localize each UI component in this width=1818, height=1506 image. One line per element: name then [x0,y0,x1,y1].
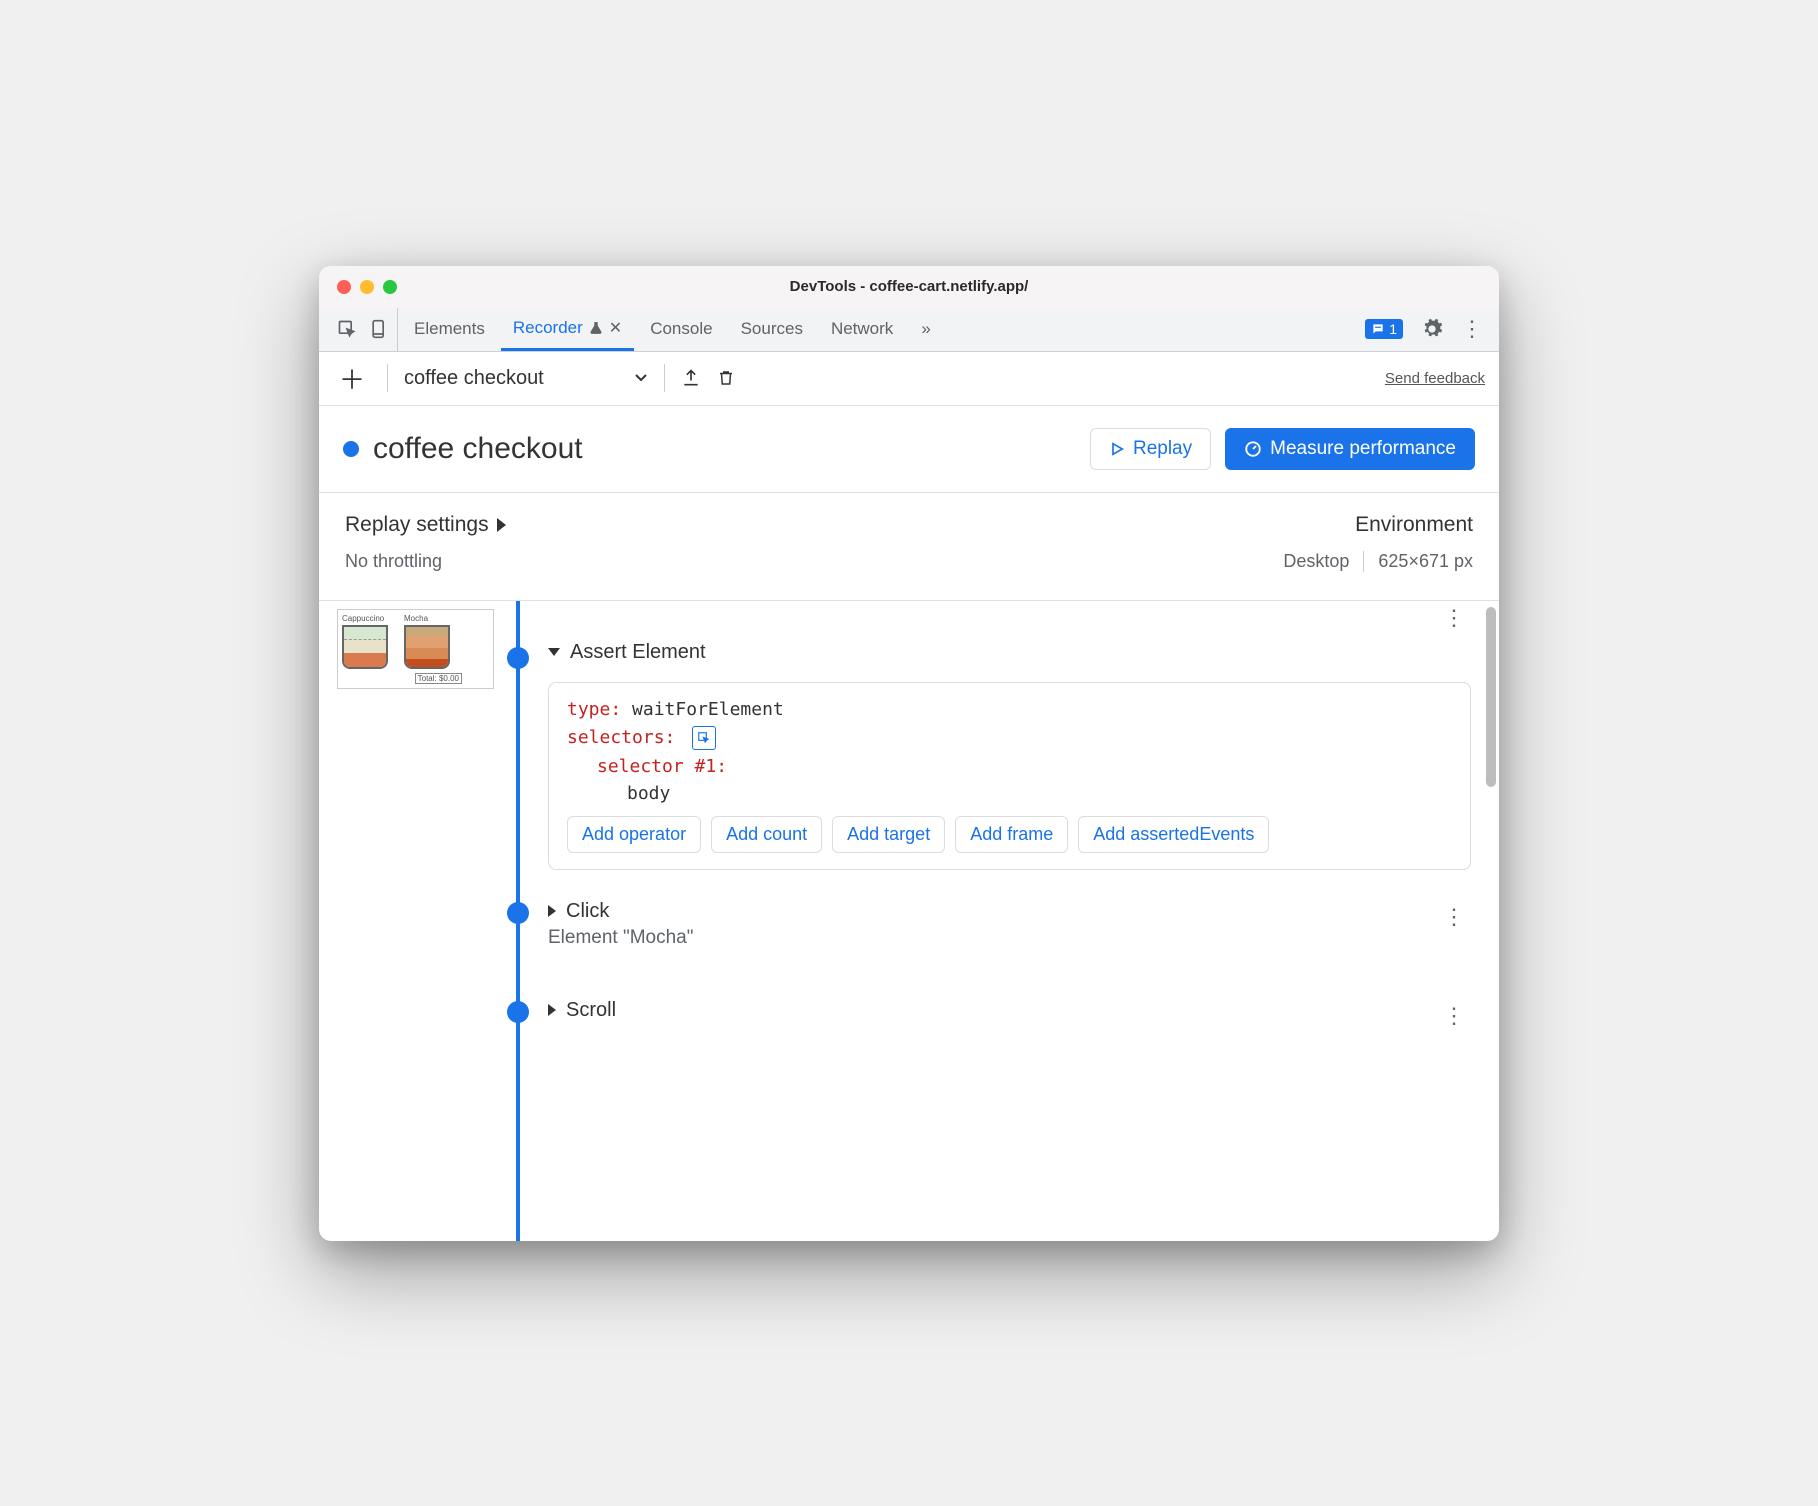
steps-timeline: Assert Element type: waitForElement sele… [504,601,1499,1241]
mug-icon [342,625,388,669]
step-title: Click [566,900,609,923]
step-dot-icon [507,647,529,669]
close-tab-icon[interactable]: ✕ [609,318,622,338]
timeline-main: Cappuccino Mocha Total: $0.00 Assert Ele… [319,601,1499,1241]
device-toggle-icon[interactable] [369,318,389,340]
step-header[interactable]: Assert Element [548,641,1471,664]
measure-performance-button[interactable]: Measure performance [1225,428,1475,470]
step-header[interactable]: Scroll [548,999,1471,1022]
prop-key: type [567,699,610,720]
devtools-window: DevTools - coffee-cart.netlify.app/ Elem… [319,266,1499,1241]
window-title: DevTools - coffee-cart.netlify.app/ [319,278,1499,295]
send-feedback-link[interactable]: Send feedback [1385,370,1485,387]
inspect-icon[interactable] [337,319,357,339]
add-operator-button[interactable]: Add operator [567,816,701,853]
settings-gear-icon[interactable] [1421,318,1443,340]
recording-name: coffee checkout [404,367,544,390]
settings-row: Replay settings No throttling Environmen… [319,493,1499,601]
flask-icon [589,320,603,336]
add-count-button[interactable]: Add count [711,816,822,853]
caret-right-icon [548,905,556,917]
status-dot-icon [343,441,359,457]
export-icon[interactable] [681,367,701,389]
tab-network-label: Network [831,319,893,339]
close-window-icon[interactable] [337,280,351,294]
step-dot-icon [507,1001,529,1023]
mug-label: Mocha [404,614,462,623]
more-tabs[interactable]: » [909,308,942,351]
caret-right-icon [497,518,506,532]
tab-console-label: Console [650,319,712,339]
step-menu-icon[interactable] [1443,1003,1463,1029]
total-badge: Total: $0.00 [415,673,462,684]
screenshot-thumbnail-column: Cappuccino Mocha Total: $0.00 [319,601,504,1241]
step-menu-icon[interactable] [1443,904,1463,930]
recording-header: coffee checkout Replay Measure performan… [319,406,1499,493]
step-title: Scroll [566,999,616,1022]
play-icon [1109,441,1125,457]
chevrons-icon: » [921,319,930,339]
step-click: Click Element "Mocha" [504,900,1471,949]
environment-label: Environment [1283,513,1473,537]
tab-recorder[interactable]: Recorder ✕ [501,308,634,351]
prop-value: body [627,783,670,804]
prop-key: selectors [567,727,665,748]
replay-settings-toggle[interactable]: Replay settings [345,513,506,537]
kebab-menu-icon[interactable]: ⋮ [1461,316,1483,342]
select-element-icon[interactable] [692,726,716,750]
traffic-lights [319,280,397,294]
caret-right-icon [548,1004,556,1016]
gauge-icon [1244,440,1262,458]
divider [387,364,388,392]
step-title: Assert Element [570,641,706,664]
recorder-toolbar: ＋ coffee checkout Send feedback [319,352,1499,406]
titlebar: DevTools - coffee-cart.netlify.app/ [319,266,1499,308]
tab-sources-label: Sources [741,319,803,339]
step-menu-icon[interactable] [1443,605,1463,631]
recording-selector[interactable]: coffee checkout [404,367,648,390]
chevron-down-icon [634,373,648,383]
step-scroll: Scroll [504,999,1471,1022]
replay-settings-label: Replay settings [345,513,489,537]
recording-title: coffee checkout [373,432,583,466]
maximize-window-icon[interactable] [383,280,397,294]
minimize-window-icon[interactable] [360,280,374,294]
add-target-button[interactable]: Add target [832,816,945,853]
chat-icon [1371,322,1385,336]
step-assert-element: Assert Element type: waitForElement sele… [504,601,1471,870]
add-frame-button[interactable]: Add frame [955,816,1068,853]
tab-recorder-label: Recorder [513,318,583,338]
screenshot-thumbnail[interactable]: Cappuccino Mocha Total: $0.00 [337,609,494,689]
delete-icon[interactable] [717,367,735,389]
viewport-value: 625×671 px [1378,551,1473,572]
issues-badge[interactable]: 1 [1365,319,1403,339]
tab-elements-label: Elements [414,319,485,339]
caret-down-icon [548,648,560,656]
add-asserted-events-button[interactable]: Add assertedEvents [1078,816,1269,853]
divider [664,364,665,392]
tab-network[interactable]: Network [819,308,905,351]
prop-value: waitForElement [632,699,784,720]
step-dot-icon [507,902,529,924]
prop-key: selector #1 [597,756,716,777]
tab-console[interactable]: Console [638,308,724,351]
mug-label: Cappuccino [342,614,400,623]
mug-icon [404,625,450,669]
tab-elements[interactable]: Elements [402,308,497,351]
devtools-tabbar: Elements Recorder ✕ Console Sources Netw… [319,308,1499,352]
device-value: Desktop [1283,551,1364,572]
measure-label: Measure performance [1270,438,1456,460]
step-subtitle: Element "Mocha" [548,927,1471,949]
step-header[interactable]: Click [548,900,1471,923]
new-recording-icon[interactable]: ＋ [333,360,371,397]
throttling-value: No throttling [345,551,506,572]
replay-label: Replay [1133,438,1192,460]
step-details-panel: type: waitForElement selectors: selector… [548,682,1471,870]
replay-button[interactable]: Replay [1090,428,1211,470]
issues-count: 1 [1389,321,1397,337]
tab-sources[interactable]: Sources [729,308,815,351]
